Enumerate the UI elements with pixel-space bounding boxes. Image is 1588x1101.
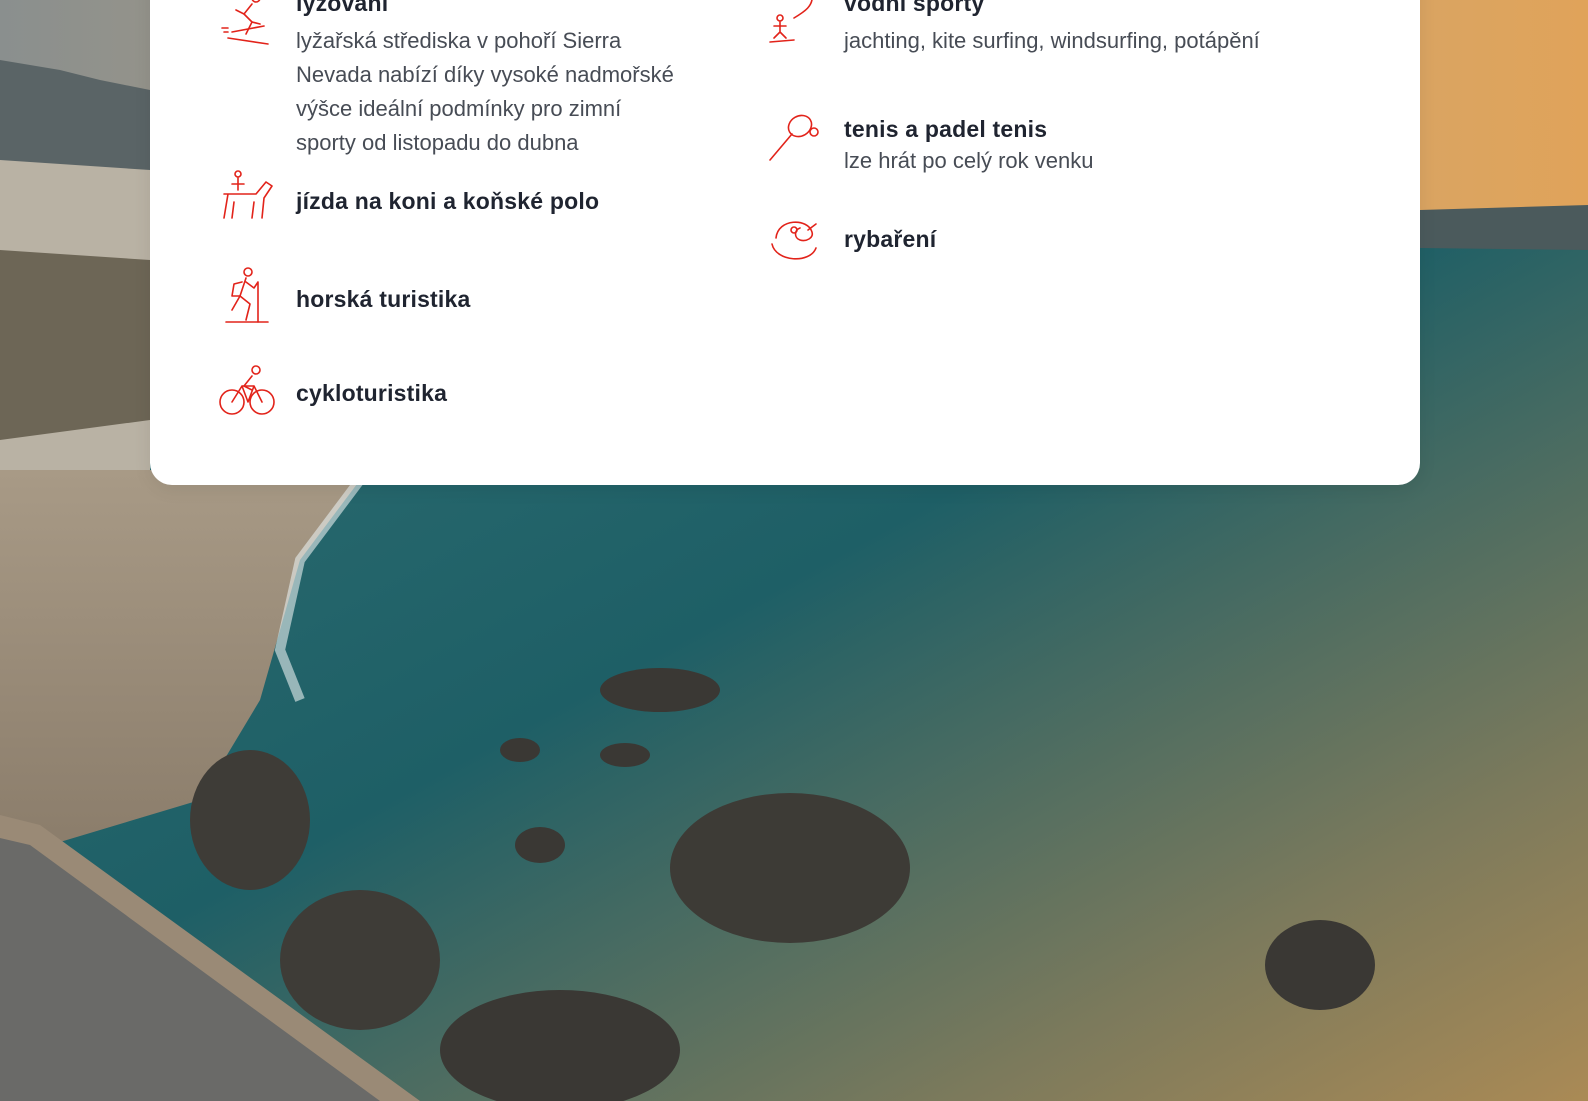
item-title: cykloturistika bbox=[296, 380, 448, 406]
item-title: horská turistika bbox=[296, 286, 471, 312]
item-title: rybaření bbox=[844, 226, 937, 252]
item-title: tenis a padel tenis bbox=[844, 116, 1048, 142]
item-description: jachting, kite surfing, windsurfing, pot… bbox=[844, 28, 1260, 53]
fishing-icon bbox=[764, 210, 826, 272]
sports-card: lyžování lyžařská střediska v pohoří Sie… bbox=[150, 0, 1420, 485]
item-title: vodní sporty bbox=[844, 0, 985, 16]
skiing-icon bbox=[216, 0, 278, 50]
kite-surfing-icon bbox=[764, 0, 826, 50]
item-description: lze hrát po celý rok venku bbox=[844, 148, 1094, 173]
item-title: jízda na koni a koňské polo bbox=[296, 188, 600, 214]
horse-riding-icon bbox=[216, 168, 278, 230]
tennis-icon bbox=[764, 110, 826, 172]
cycling-icon bbox=[216, 360, 278, 422]
hiking-icon bbox=[216, 266, 278, 328]
item-title: lyžování bbox=[296, 0, 389, 16]
item-description: lyžařská střediska v pohoří Sierra Nevad… bbox=[296, 28, 674, 155]
